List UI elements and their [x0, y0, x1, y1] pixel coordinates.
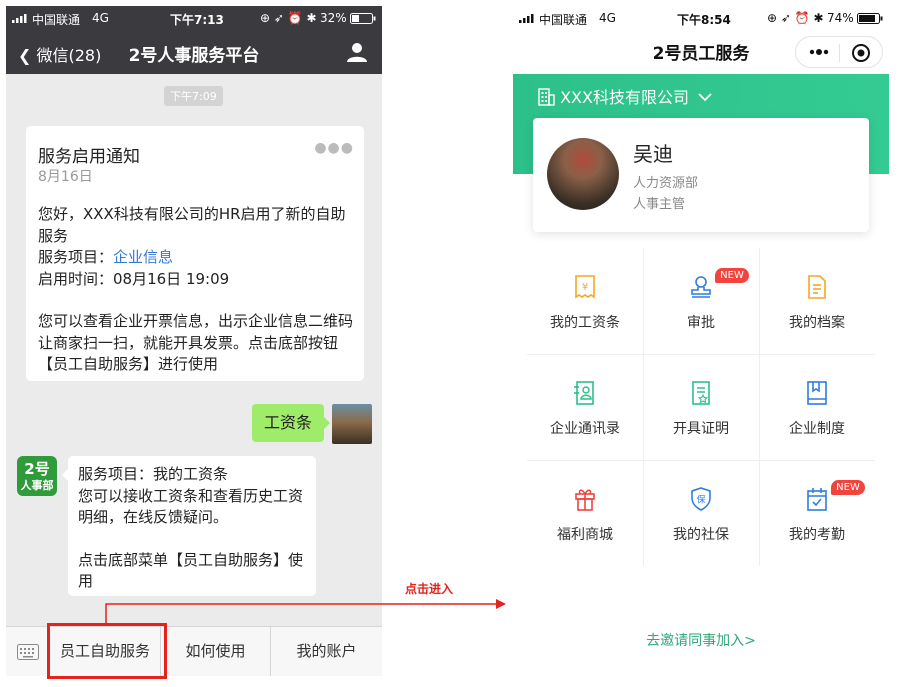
- card-line: 您可以查看企业开票信息，出示企业信息二维码让商家扫一扫，就能开具发票。点击底部按…: [38, 312, 354, 373]
- grid-item-label: 我的社保: [673, 527, 729, 543]
- grid-item-label: 开具证明: [673, 421, 729, 437]
- network-label: 4G: [599, 11, 616, 25]
- mini-program-nav-bar: 2号员工服务: [513, 30, 889, 74]
- grid-item-approval[interactable]: NEW 审批: [643, 248, 759, 354]
- service-notice-card[interactable]: 服务启用通知 8月16日 ●●● 您好，XXX科技有限公司的HR启用了新的自助服…: [26, 126, 364, 381]
- battery-icon: [857, 13, 883, 24]
- grid-item-certificate[interactable]: 开具证明: [643, 354, 759, 460]
- grid-item-welfare-mall[interactable]: 福利商城: [527, 460, 643, 566]
- battery-percent: 32%: [320, 11, 347, 25]
- status-icons: ⊕ ➶ ⏰ ✱: [260, 11, 317, 25]
- archive-icon: [808, 275, 826, 299]
- employee-role: 人事主管: [633, 197, 686, 212]
- arrow-connector: [105, 599, 506, 625]
- certificate-icon: [692, 381, 710, 405]
- bot-avatar[interactable]: 2号 人事部: [17, 456, 57, 496]
- grid-item-label: 福利商城: [557, 527, 613, 543]
- timestamp-pill: 下午7:09: [164, 86, 223, 106]
- click-hint-label: 点击进入: [405, 582, 454, 596]
- svg-text:保: 保: [696, 494, 705, 506]
- clock: 下午8:54: [677, 13, 731, 27]
- wechat-chat-screen: 中国联通 4G 下午7:13 ⊕ ➶ ⏰ ✱ 32% ❮ 微信(28) 2号人事…: [6, 6, 382, 676]
- service-item-label: 服务项目：: [38, 248, 114, 266]
- employee-department: 人力资源部: [633, 176, 699, 191]
- company-name: XXX科技有限公司: [560, 88, 689, 107]
- grid-item-contacts[interactable]: 企业通讯录: [527, 354, 643, 460]
- grid-item-label: 企业通讯录: [550, 421, 620, 437]
- capsule-divider: [839, 44, 840, 62]
- chat-nav-bar: ❮ 微信(28) 2号人事服务平台: [6, 30, 382, 74]
- close-target-icon[interactable]: [851, 43, 871, 63]
- bot-line: 点击底部菜单【员工自助服务】使用: [78, 550, 304, 591]
- status-bar: 中国联通 4G 下午8:54 ⊕ ➶ ⏰ ✱ 74%: [513, 6, 889, 30]
- clock: 下午7:13: [170, 13, 224, 27]
- grid-item-payslip[interactable]: ¥ 我的工资条: [527, 248, 643, 354]
- grid-item-label: 审批: [687, 315, 715, 331]
- building-icon: [538, 88, 555, 106]
- employee-name: 吴迪: [633, 142, 673, 166]
- company-selector[interactable]: XXX科技有限公司: [537, 84, 712, 108]
- card-title: 服务启用通知: [38, 147, 140, 167]
- grid-item-archive[interactable]: 我的档案: [759, 248, 875, 354]
- person-icon[interactable]: [346, 41, 368, 63]
- capsule-menu: [795, 36, 883, 68]
- enterprise-info-link[interactable]: 企业信息: [113, 248, 173, 266]
- grid-item-policy[interactable]: 企业制度: [759, 354, 875, 460]
- new-badge: NEW: [831, 480, 865, 495]
- card-line: 您好，XXX科技有限公司的HR启用了新的自助服务: [38, 205, 346, 245]
- bot-line: 服务项目：我的工资条: [78, 465, 229, 483]
- carrier-label: 中国联通: [32, 13, 81, 27]
- insurance-icon: 保: [691, 487, 711, 511]
- card-line: 启用时间：08月16日 19:09: [38, 269, 230, 288]
- new-badge: NEW: [715, 268, 749, 283]
- more-icon[interactable]: ●●●: [314, 140, 354, 156]
- card-line: 服务项目：企业信息: [38, 247, 358, 269]
- mini-program-screen: 中国联通 4G 下午8:54 ⊕ ➶ ⏰ ✱ 74% 2号员工服务 XXX科技有…: [513, 6, 889, 676]
- grid-item-label: 我的工资条: [550, 315, 620, 331]
- highlight-box: [47, 623, 167, 679]
- grid-item-social-insurance[interactable]: 保 我的社保: [643, 460, 759, 566]
- bot-message-bubble[interactable]: 服务项目：我的工资条 您可以接收工资条和查看历史工资明细，在线反馈疑问。 点击底…: [62, 456, 316, 596]
- policy-icon: [807, 381, 827, 405]
- grid-item-label: 企业制度: [789, 421, 845, 437]
- status-bar: 中国联通 4G 下午7:13 ⊕ ➶ ⏰ ✱ 32%: [6, 6, 382, 30]
- profile-card[interactable]: 吴迪 人力资源部 人事主管: [533, 118, 869, 232]
- more-icon[interactable]: [809, 48, 829, 56]
- service-grid: ¥ 我的工资条 NEW 审批 我的档案 企业通讯录 开具证明 企业制度 福利商城…: [527, 248, 875, 566]
- status-icons: ⊕ ➶ ⏰ ✱: [767, 11, 824, 25]
- card-body: 您好，XXX科技有限公司的HR启用了新的自助服务 服务项目：企业信息 启用时间：…: [38, 204, 358, 376]
- chat-title: 2号人事服务平台: [128, 46, 260, 66]
- signal-icon: [12, 14, 27, 23]
- attendance-icon: [807, 488, 827, 511]
- grid-item-attendance[interactable]: NEW 我的考勤: [759, 460, 875, 566]
- payslip-icon: ¥: [575, 275, 595, 299]
- menu-my-account[interactable]: 我的账户: [271, 627, 382, 676]
- invite-colleagues-link[interactable]: 去邀请同事加入>: [513, 630, 889, 650]
- signal-icon: [519, 14, 534, 23]
- svg-text:¥: ¥: [582, 282, 588, 293]
- bot-avatar-bottom: 人事部: [20, 479, 54, 492]
- avatar: [547, 138, 619, 210]
- contacts-icon: [574, 381, 594, 405]
- gift-icon: [575, 489, 595, 511]
- menu-how-to-use[interactable]: 如何使用: [161, 627, 271, 676]
- grid-item-label: 我的档案: [789, 315, 845, 331]
- bot-line: 您可以接收工资条和查看历史工资明细，在线反馈疑问。: [78, 486, 304, 527]
- approval-icon: [691, 276, 711, 298]
- card-date: 8月16日: [38, 169, 93, 185]
- keyboard-toggle[interactable]: [6, 627, 50, 676]
- battery-icon: [350, 13, 376, 24]
- network-label: 4G: [92, 11, 109, 25]
- battery-percent: 74%: [827, 11, 854, 25]
- carrier-label: 中国联通: [539, 13, 588, 27]
- grid-item-label: 我的考勤: [789, 527, 845, 543]
- bot-avatar-top: 2号: [24, 460, 50, 478]
- chevron-down-icon: [698, 93, 712, 102]
- user-avatar[interactable]: [332, 404, 372, 444]
- sent-message-bubble[interactable]: 工资条: [252, 404, 330, 442]
- keyboard-icon: [17, 644, 39, 660]
